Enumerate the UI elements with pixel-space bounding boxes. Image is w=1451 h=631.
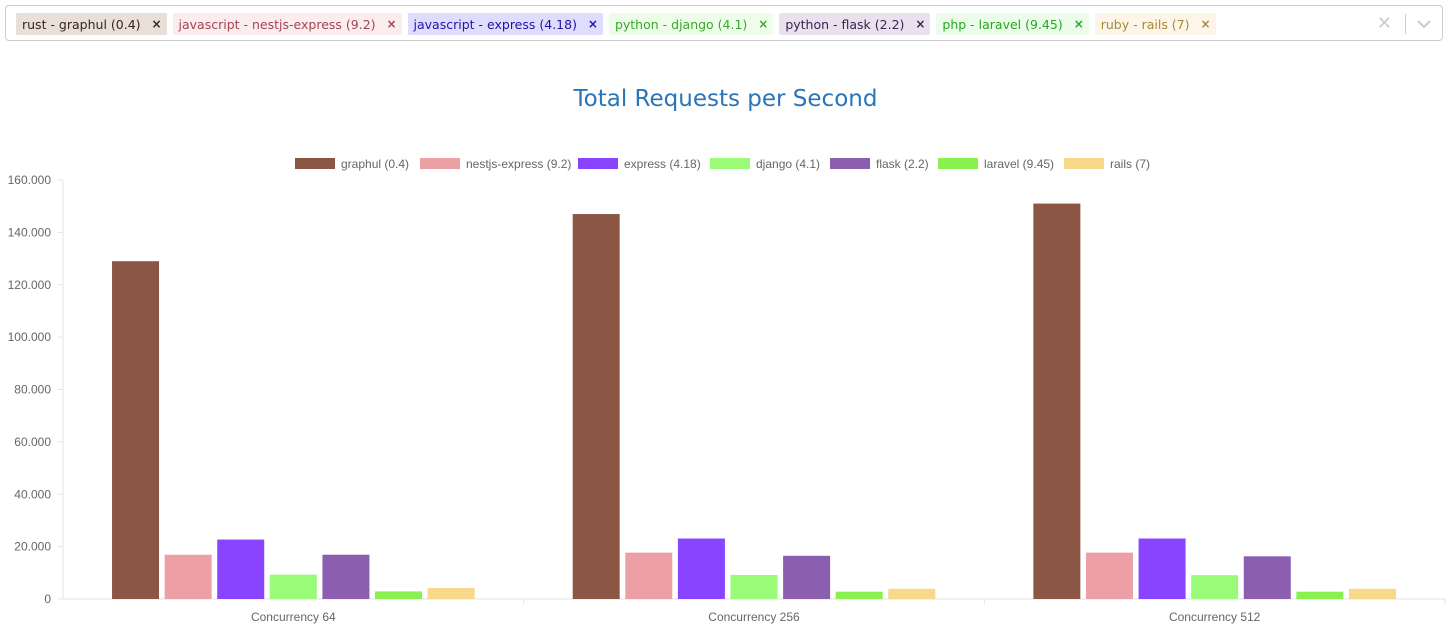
bar (1243, 556, 1291, 599)
y-tick-label: 0 (44, 592, 51, 606)
bar (322, 554, 370, 599)
legend-swatch (830, 158, 870, 169)
legend-label: django (4.1) (756, 157, 820, 171)
y-tick-label: 100.000 (8, 330, 52, 344)
chevron-down-icon[interactable] (1416, 14, 1432, 34)
y-tick-label: 140.000 (8, 225, 52, 239)
remove-chip-icon[interactable]: × (753, 17, 773, 31)
filter-chip: javascript - nestjs-express (9.2) × (172, 13, 402, 35)
filter-chip-label: javascript - express (4.18) (413, 16, 577, 32)
bar (1085, 552, 1133, 599)
y-tick-label: 160.000 (8, 173, 52, 187)
legend-swatch (295, 158, 335, 169)
remove-chip-icon[interactable]: × (1196, 17, 1216, 31)
remove-chip-icon[interactable]: × (583, 17, 603, 31)
legend-label: express (4.18) (624, 157, 701, 171)
filter-chip: rust - graphul (0.4) × (16, 13, 167, 35)
bar (783, 555, 831, 599)
y-tick-label: 20.000 (14, 540, 51, 554)
filter-chip-label: php - laravel (9.45) (942, 16, 1063, 32)
bar (1191, 575, 1239, 599)
bar (888, 588, 936, 599)
bar (835, 591, 883, 599)
y-tick-label: 60.000 (14, 435, 51, 449)
clear-icon[interactable]: ✕ (1377, 13, 1392, 33)
filter-chip-label: rust - graphul (0.4) (22, 16, 141, 32)
bar (427, 588, 475, 599)
y-tick-label: 40.000 (14, 487, 51, 501)
filter-chip-label: python - flask (2.2) (785, 16, 905, 32)
legend-swatch (938, 158, 978, 169)
indicator-separator (1405, 14, 1406, 34)
bar (1138, 538, 1186, 599)
remove-chip-icon[interactable]: × (382, 17, 402, 31)
selected-chips: rust - graphul (0.4) × javascript - nestjs… (16, 13, 1216, 35)
bar (572, 214, 620, 599)
x-tick-label: Concurrency 64 (251, 610, 336, 624)
bar (217, 539, 265, 599)
legend-swatch (578, 158, 618, 169)
bar (112, 261, 160, 599)
bar (164, 554, 212, 599)
filter-chip: ruby - rails (7) × (1094, 13, 1216, 35)
legend-swatch (710, 158, 750, 169)
chart-title: Total Requests per Second (573, 86, 878, 112)
filter-chip-label: python - django (4.1) (614, 16, 748, 32)
filter-chip: javascript - express (4.18) × (407, 13, 603, 35)
bar (1348, 588, 1396, 599)
remove-chip-icon[interactable]: × (147, 17, 167, 31)
bar-chart: graphul (0.4) nestjs-express (9.2) express… (8, 157, 1446, 624)
legend-label: laravel (9.45) (984, 157, 1054, 171)
x-tick-label: Concurrency 256 (708, 610, 800, 624)
bar (1033, 203, 1081, 599)
remove-chip-icon[interactable]: × (910, 17, 930, 31)
legend-label: flask (2.2) (876, 157, 929, 171)
bar (677, 538, 725, 599)
bar (269, 574, 317, 599)
filter-chip-label: javascript - nestjs-express (9.2) (178, 16, 376, 32)
legend-label: graphul (0.4) (341, 157, 409, 171)
legend-swatch (420, 158, 460, 169)
y-tick-label: 120.000 (8, 278, 52, 292)
bar (625, 552, 673, 599)
filter-chip: python - flask (2.2) × (779, 13, 931, 35)
bar (730, 574, 778, 599)
y-tick-label: 80.000 (14, 383, 51, 397)
framework-multiselect[interactable]: rust - graphul (0.4) × javascript - nestjs… (5, 5, 1443, 41)
legend-label: rails (7) (1110, 157, 1150, 171)
filter-chip-label: ruby - rails (7) (1100, 16, 1190, 32)
x-tick-label: Concurrency 512 (1169, 610, 1261, 624)
bar (375, 591, 423, 599)
bar (1296, 591, 1344, 599)
legend-swatch (1064, 158, 1104, 169)
legend-label: nestjs-express (9.2) (466, 157, 571, 171)
remove-chip-icon[interactable]: × (1069, 17, 1089, 31)
filter-chip: python - django (4.1) × (608, 13, 774, 35)
filter-chip: php - laravel (9.45) × (936, 13, 1089, 35)
